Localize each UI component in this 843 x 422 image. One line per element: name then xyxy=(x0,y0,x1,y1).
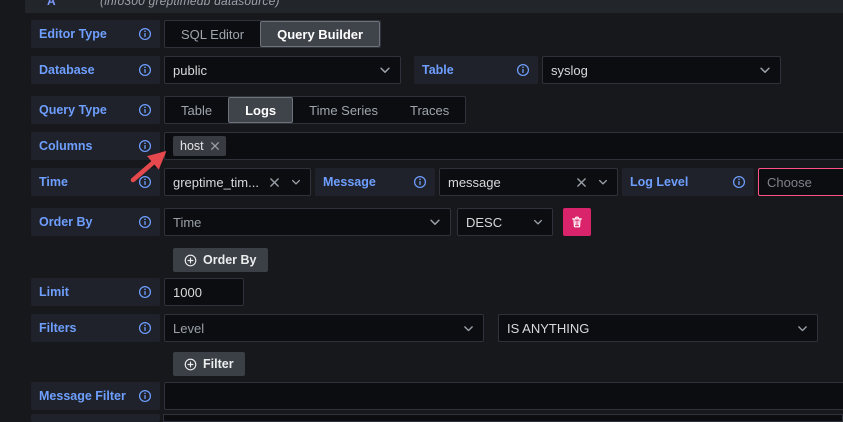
order-by-label: Order By xyxy=(31,208,160,236)
chevron-down-icon xyxy=(752,63,772,77)
query-type-option-timeseries[interactable]: Time Series xyxy=(293,97,394,123)
filter-field-select[interactable]: Level xyxy=(164,314,484,342)
filters-label: Filters xyxy=(31,314,160,342)
query-type-option-traces[interactable]: Traces xyxy=(394,97,465,123)
column-chip-host: host xyxy=(173,136,226,156)
chevron-down-icon xyxy=(456,322,475,335)
chevron-down-icon xyxy=(284,176,302,188)
remove-column-icon[interactable] xyxy=(208,141,222,151)
info-icon xyxy=(516,63,530,77)
limit-label: Limit xyxy=(31,278,160,306)
order-by-field-select[interactable]: Time xyxy=(164,208,451,236)
message-label: Message xyxy=(315,168,435,196)
editor-type-toggle: SQL Editor Query Builder xyxy=(164,20,381,48)
info-icon xyxy=(138,175,152,189)
add-order-by-button[interactable]: Order By xyxy=(173,248,268,272)
info-icon xyxy=(732,175,746,189)
trash-icon xyxy=(570,215,584,229)
editor-type-option-sql[interactable]: SQL Editor xyxy=(165,21,260,47)
columns-label: Columns xyxy=(31,132,160,160)
log-level-select[interactable]: Choose xyxy=(758,168,843,196)
chevron-down-icon xyxy=(591,176,609,188)
next-row-label-stub xyxy=(31,414,160,422)
chevron-down-icon xyxy=(422,215,442,229)
chevron-down-icon xyxy=(790,322,809,335)
query-type-option-table[interactable]: Table xyxy=(165,97,228,123)
limit-input[interactable]: 1000 xyxy=(164,278,244,306)
clear-icon[interactable] xyxy=(265,177,284,188)
info-icon xyxy=(138,27,152,41)
info-icon xyxy=(138,389,152,403)
time-label: Time xyxy=(31,168,160,196)
info-icon xyxy=(138,139,152,153)
order-by-direction-select[interactable]: DESC xyxy=(457,208,553,236)
info-icon xyxy=(138,215,152,229)
database-select[interactable]: public xyxy=(164,56,401,84)
plus-circle-icon xyxy=(184,358,197,371)
info-icon xyxy=(138,103,152,117)
info-icon xyxy=(138,63,152,77)
message-filter-input[interactable] xyxy=(164,382,843,410)
query-type-option-logs[interactable]: Logs xyxy=(228,97,293,123)
chevron-down-icon xyxy=(526,216,544,228)
message-filter-label: Message Filter xyxy=(31,382,160,410)
plus-circle-icon xyxy=(184,254,197,267)
query-row-header: A (info300 greptimedb datasource) xyxy=(25,0,843,13)
info-icon xyxy=(138,285,152,299)
clear-icon[interactable] xyxy=(572,177,591,188)
message-column-select[interactable]: message xyxy=(439,168,618,196)
time-column-select[interactable]: greptime_tim... xyxy=(164,168,311,196)
add-filter-button[interactable]: Filter xyxy=(173,352,245,376)
chevron-down-icon xyxy=(372,63,392,77)
query-type-label: Query Type xyxy=(31,96,160,124)
query-ref-id: A xyxy=(47,0,56,8)
info-icon xyxy=(413,175,427,189)
query-type-toggle: Table Logs Time Series Traces xyxy=(164,96,466,124)
table-select[interactable]: syslog xyxy=(542,56,781,84)
log-level-label: Log Level xyxy=(622,168,754,196)
editor-type-option-builder[interactable]: Query Builder xyxy=(260,21,380,47)
datasource-note: (info300 greptimedb datasource) xyxy=(100,0,280,8)
editor-type-label: Editor Type xyxy=(31,20,160,48)
info-icon xyxy=(138,321,152,335)
next-row-input-stub xyxy=(163,414,843,422)
columns-multiselect[interactable]: host xyxy=(164,132,843,160)
filter-operator-select[interactable]: IS ANYTHING xyxy=(498,314,818,342)
remove-order-by-button[interactable] xyxy=(563,208,591,236)
table-label: Table xyxy=(414,56,538,84)
database-label: Database xyxy=(31,56,160,84)
